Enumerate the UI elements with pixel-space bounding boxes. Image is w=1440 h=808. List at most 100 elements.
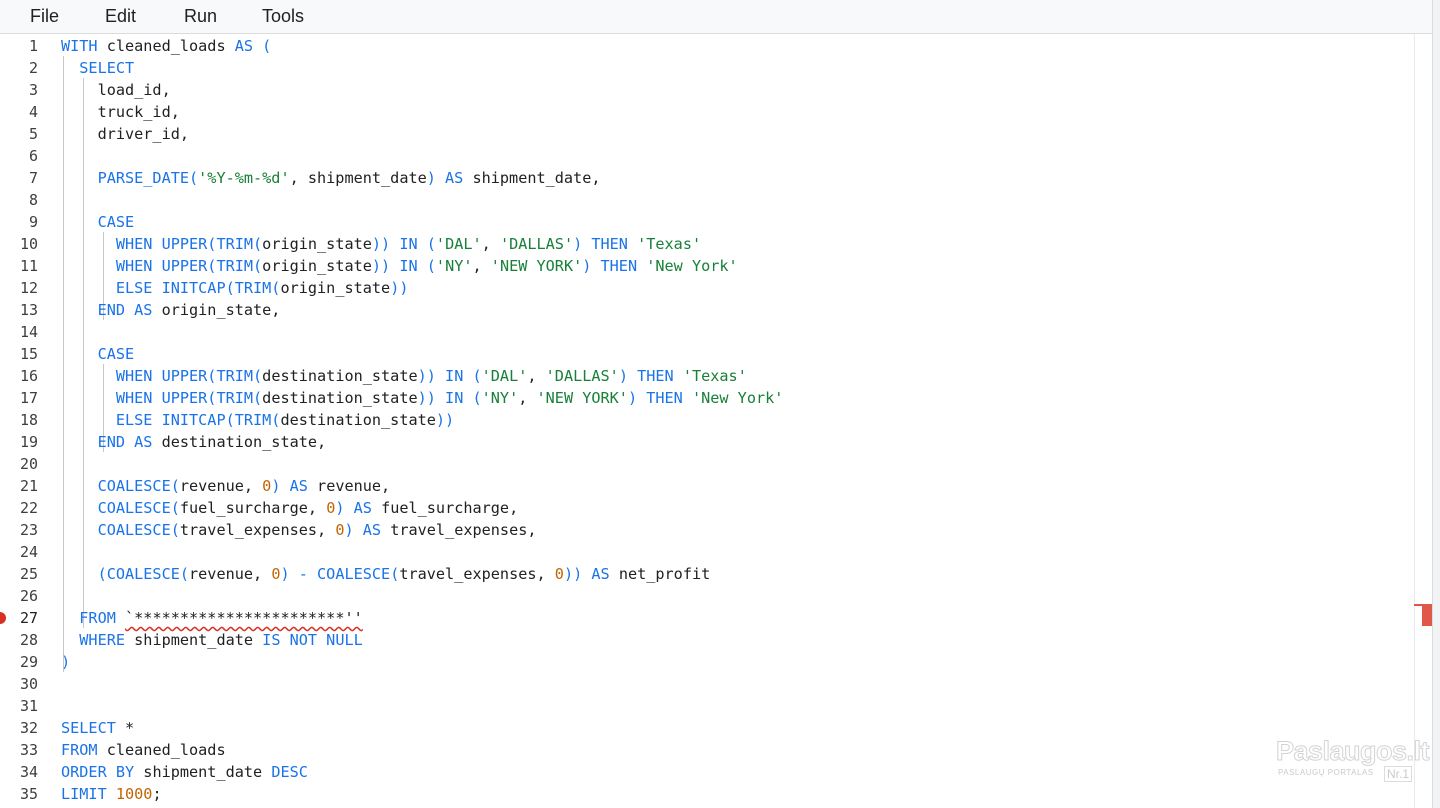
- code-line[interactable]: WHEN UPPER(TRIM(origin_state)) IN ('DAL'…: [61, 233, 701, 255]
- code-token: COALESCE(: [61, 477, 180, 495]
- code-token: CASE: [61, 345, 135, 363]
- line-number[interactable]: 10: [0, 233, 38, 255]
- line-number[interactable]: 7: [0, 167, 38, 189]
- code-line[interactable]: ): [61, 651, 70, 673]
- code-line[interactable]: SELECT: [61, 57, 134, 79]
- code-line[interactable]: CASE: [61, 343, 135, 365]
- line-number-gutter: 1 2 3 4 5 6 7 8 9 10 11 12 13 14 15 16 17 18 19 20 21 22 23 24 2…: [0, 34, 48, 808]
- code-line[interactable]: WHEN UPPER(TRIM(destination_state)) IN (…: [61, 387, 784, 409]
- line-number[interactable]: 23: [0, 519, 38, 541]
- code-line[interactable]: SELECT *: [61, 717, 134, 739]
- line-number[interactable]: 31: [0, 695, 38, 717]
- menu-edit[interactable]: Edit: [105, 6, 136, 27]
- line-number[interactable]: 3: [0, 79, 38, 101]
- code-editor[interactable]: 1 2 3 4 5 6 7 8 9 10 11 12 13 14 15 16 17 18 19 20 21 22 23 24 2…: [0, 34, 1414, 808]
- code-line[interactable]: COALESCE(travel_expenses, 0) AS travel_e…: [61, 519, 537, 541]
- line-number[interactable]: 19: [0, 431, 38, 453]
- code-token: 'DAL': [481, 367, 528, 385]
- line-number[interactable]: 1: [0, 35, 38, 57]
- line-number[interactable]: 24: [0, 541, 38, 563]
- menu-tools[interactable]: Tools: [262, 6, 304, 27]
- code-token: )) IN (: [371, 235, 436, 253]
- line-number[interactable]: 25: [0, 563, 38, 585]
- code-token: )): [390, 279, 409, 297]
- code-line[interactable]: WITH cleaned_loads AS (: [61, 35, 271, 57]
- code-token: '%Y-%m-%d': [198, 169, 290, 187]
- code-token: FROM: [61, 741, 98, 759]
- line-number[interactable]: 17: [0, 387, 38, 409]
- line-number[interactable]: 29: [0, 651, 38, 673]
- code-token: WHEN UPPER(TRIM(: [61, 389, 263, 407]
- line-number[interactable]: 21: [0, 475, 38, 497]
- code-line[interactable]: END AS destination_state,: [61, 431, 327, 453]
- line-number[interactable]: 4: [0, 101, 38, 123]
- line-number[interactable]: 20: [0, 453, 38, 475]
- code-line[interactable]: FROM `***********************'': [61, 607, 362, 629]
- code-line[interactable]: ELSE INITCAP(TRIM(destination_state)): [61, 409, 454, 431]
- scrollbar-error-marker[interactable]: [1422, 604, 1432, 626]
- code-token: ) - COALESCE(: [280, 565, 400, 583]
- line-number[interactable]: 26: [0, 585, 38, 607]
- code-token: END AS: [61, 433, 153, 451]
- code-token: 'NEW YORK': [536, 389, 628, 407]
- line-number[interactable]: 34: [0, 761, 38, 783]
- line-number[interactable]: 2: [0, 57, 38, 79]
- code-token: load_id,: [61, 81, 171, 99]
- line-number[interactable]: 30: [0, 673, 38, 695]
- code-token: )): [435, 411, 455, 429]
- code-token: WITH: [61, 37, 98, 55]
- line-number[interactable]: 11: [0, 255, 38, 277]
- line-number[interactable]: 22: [0, 497, 38, 519]
- code-token: travel_expenses,: [399, 565, 555, 583]
- code-token: origin_state: [280, 279, 391, 297]
- code-line[interactable]: WHEN UPPER(TRIM(origin_state)) IN ('NY',…: [61, 255, 738, 277]
- code-line[interactable]: truck_id,: [61, 101, 180, 123]
- code-token: *: [115, 719, 135, 737]
- line-number[interactable]: 14: [0, 321, 38, 343]
- code-line[interactable]: load_id,: [61, 79, 171, 101]
- code-token: COALESCE(: [61, 499, 180, 517]
- line-number[interactable]: 8: [0, 189, 38, 211]
- code-token: ,: [518, 389, 537, 407]
- code-line[interactable]: END AS origin_state,: [61, 299, 281, 321]
- code-token: 'New York': [646, 257, 738, 275]
- line-number[interactable]: 15: [0, 343, 38, 365]
- line-number[interactable]: 5: [0, 123, 38, 145]
- code-line[interactable]: COALESCE(fuel_surcharge, 0) AS fuel_surc…: [61, 497, 519, 519]
- code-line[interactable]: LIMIT 1000;: [61, 783, 162, 805]
- code-token: ) AS: [335, 499, 372, 517]
- code-token: ) THEN: [618, 367, 683, 385]
- menu-file[interactable]: File: [30, 6, 59, 27]
- line-number[interactable]: 35: [0, 783, 38, 805]
- line-number[interactable]: 13: [0, 299, 38, 321]
- code-line[interactable]: FROM cleaned_loads: [61, 739, 226, 761]
- code-token: driver_id,: [61, 125, 190, 143]
- line-number[interactable]: 33: [0, 739, 38, 761]
- code-token: shipment_date: [125, 631, 263, 649]
- code-token: destination_state: [262, 367, 418, 385]
- menu-run[interactable]: Run: [184, 6, 217, 27]
- line-number[interactable]: 18: [0, 409, 38, 431]
- code-line[interactable]: ORDER BY shipment_date DESC: [61, 761, 308, 783]
- line-number[interactable]: 16: [0, 365, 38, 387]
- code-line[interactable]: (COALESCE(revenue, 0) - COALESCE(travel_…: [61, 563, 711, 585]
- code-token: 'NY': [435, 257, 473, 275]
- code-line[interactable]: driver_id,: [61, 123, 189, 145]
- code-token: shipment_date: [134, 763, 272, 781]
- vertical-scrollbar[interactable]: [1414, 34, 1433, 808]
- line-number[interactable]: 12: [0, 277, 38, 299]
- line-number[interactable]: 9: [0, 211, 38, 233]
- code-token: 0: [326, 499, 336, 517]
- code-line[interactable]: CASE: [61, 211, 135, 233]
- line-number[interactable]: 6: [0, 145, 38, 167]
- line-number[interactable]: 28: [0, 629, 38, 651]
- line-number[interactable]: 32: [0, 717, 38, 739]
- code-line[interactable]: PARSE_DATE('%Y-%m-%d', shipment_date) AS…: [61, 167, 601, 189]
- code-token: ,: [481, 235, 500, 253]
- code-token: 'DAL': [435, 235, 482, 253]
- code-line[interactable]: WHERE shipment_date IS NOT NULL: [61, 629, 362, 651]
- code-line[interactable]: COALESCE(revenue, 0) AS revenue,: [61, 475, 391, 497]
- code-line[interactable]: WHEN UPPER(TRIM(destination_state)) IN (…: [61, 365, 747, 387]
- watermark-rank: Nr.1: [1384, 766, 1413, 782]
- code-line[interactable]: ELSE INITCAP(TRIM(origin_state)): [61, 277, 409, 299]
